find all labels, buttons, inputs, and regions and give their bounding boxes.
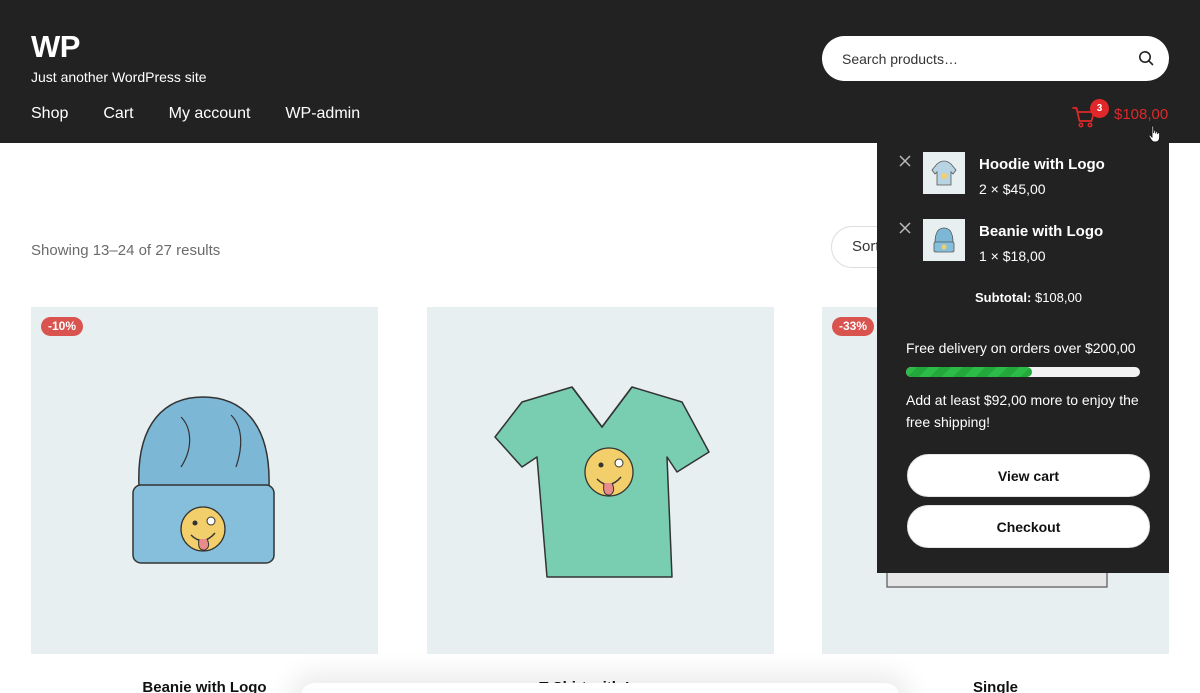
hand-cursor-icon xyxy=(1148,125,1161,143)
cart-total[interactable]: $108,00 xyxy=(1114,106,1168,123)
page: WP Just another WordPress site Shop Cart… xyxy=(0,0,1200,693)
subtotal-label: Subtotal: xyxy=(975,290,1032,305)
site-tagline: Just another WordPress site xyxy=(31,69,207,85)
remove-item-icon[interactable] xyxy=(898,154,912,168)
cart-item-thumbnail[interactable] xyxy=(923,219,965,261)
sale-badge: -33% xyxy=(832,317,875,336)
subtotal-value: $108,00 xyxy=(1034,290,1082,305)
beanie-illustration xyxy=(132,396,275,564)
site-title[interactable]: WP xyxy=(31,29,80,65)
free-delivery-progress xyxy=(906,367,1140,377)
progress-fill xyxy=(906,367,1033,377)
tshirt-illustration xyxy=(494,386,710,578)
remove-item-icon[interactable] xyxy=(898,221,912,235)
search-input[interactable] xyxy=(842,36,1122,81)
cart-item-thumbnail[interactable] xyxy=(923,152,965,194)
mini-cart-subtotal: Subtotal: $108,00 xyxy=(877,290,1180,305)
nav-item-my-account[interactable]: My account xyxy=(169,105,251,123)
search-icon[interactable] xyxy=(1138,50,1154,66)
nav-item-wp-admin[interactable]: WP-admin xyxy=(285,105,360,123)
hoodie-thumbnail-icon xyxy=(931,160,957,186)
checkout-button[interactable]: Checkout xyxy=(907,505,1150,548)
primary-nav: Shop Cart My account WP-admin xyxy=(31,105,395,123)
view-cart-button[interactable]: View cart xyxy=(907,454,1150,497)
nav-item-cart[interactable]: Cart xyxy=(103,105,133,123)
free-delivery-text: Free delivery on orders over $200,00 xyxy=(906,340,1136,356)
bottom-overlay xyxy=(300,683,900,693)
nav-item-shop[interactable]: Shop xyxy=(31,105,68,123)
free-shipping-remaining-text: Add at least $92,00 more to enjoy the fr… xyxy=(906,392,1139,430)
search-box xyxy=(822,36,1169,81)
sale-badge: -10% xyxy=(41,317,84,336)
cart-item-qty: 1 × $18,00 xyxy=(979,248,1046,264)
cart-item-qty: 2 × $45,00 xyxy=(979,181,1046,197)
cart-count-badge: 3 xyxy=(1090,99,1109,118)
product-image-beanie[interactable] xyxy=(31,307,378,654)
cart-item-name[interactable]: Hoodie with Logo xyxy=(979,156,1105,173)
beanie-thumbnail-icon xyxy=(933,227,955,253)
product-image-tshirt[interactable] xyxy=(427,307,774,654)
cart-item-name[interactable]: Beanie with Logo xyxy=(979,223,1103,240)
site-header: WP Just another WordPress site Shop Cart… xyxy=(0,0,1200,143)
result-count: Showing 13–24 of 27 results xyxy=(31,242,221,259)
